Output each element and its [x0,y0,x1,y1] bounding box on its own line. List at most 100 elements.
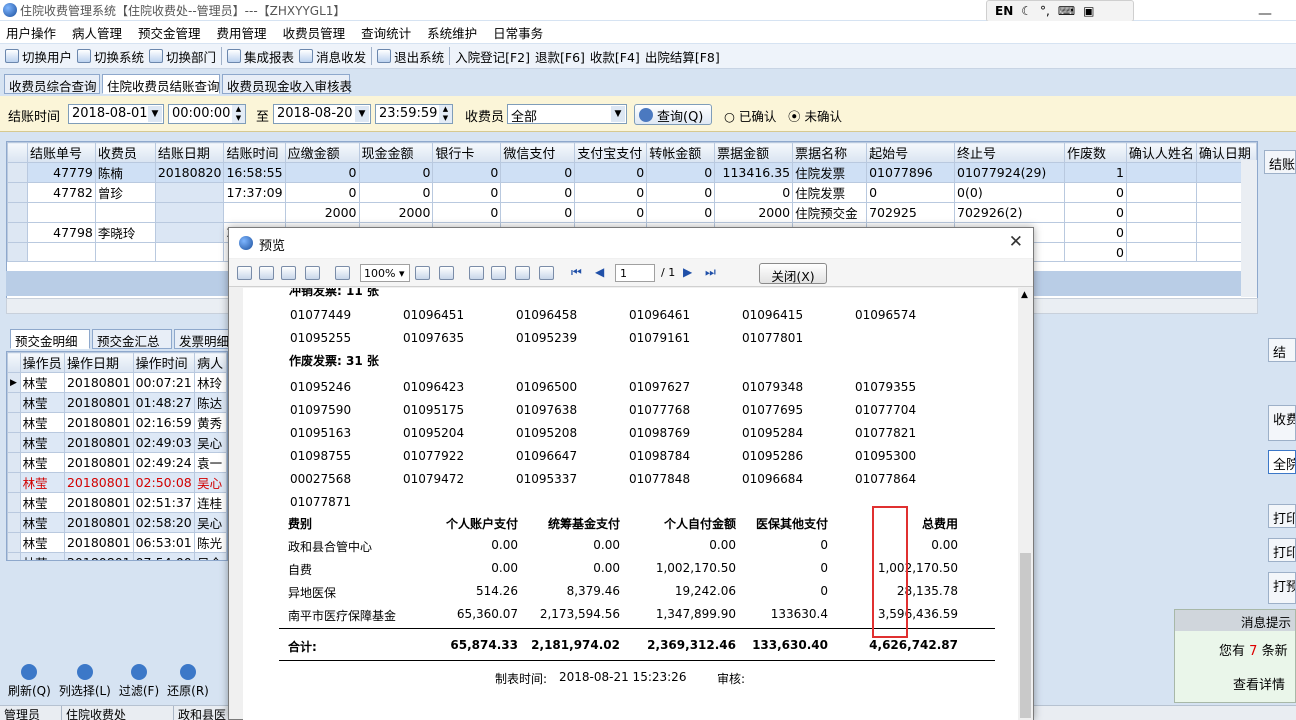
open-folder-icon[interactable] [259,266,274,280]
spinner-icon[interactable]: ▲ ▼ [439,105,452,123]
list-item[interactable]: 林莹 20180801 01:48:27 陈达 [7,392,227,413]
print-preview-button[interactable]: 打预 [1268,572,1296,604]
time-from-field[interactable]: 00:00:00 ▲ ▼ [168,104,246,124]
table-cell[interactable]: 0 [1063,242,1127,262]
table-cell[interactable]: 02:49:24 [132,452,196,473]
settle-button[interactable]: 结账 [1264,150,1296,174]
chevron-down-icon[interactable]: ▼ [611,106,625,122]
page-number-input[interactable]: 1 [615,264,655,282]
first-page-icon[interactable]: ⏮ [571,265,582,280]
page-setup-icon[interactable] [515,266,530,280]
scroll-thumb[interactable] [1020,553,1031,718]
menu-user-ops[interactable]: 用户操作 [6,23,56,42]
table-cell[interactable]: 0 [866,182,956,203]
list-item[interactable]: 林莹2018080107:54:00吴全 [7,552,227,560]
next-page-icon[interactable]: ▶ [683,265,692,279]
menu-prepay[interactable]: 预交金管理 [138,23,201,42]
table-cell[interactable]: 0 [432,162,502,183]
chevron-up-icon[interactable]: ▲ [1021,290,1028,300]
print-button-1[interactable]: 打印 [1268,504,1296,528]
restore-button[interactable]: 还原(R) [167,664,209,704]
table-cell[interactable]: 0 [574,182,648,203]
table-cell[interactable] [154,182,225,203]
ime-punct-icon[interactable]: °, [1040,4,1050,18]
table-cell[interactable]: 林莹 [19,552,65,560]
table-cell[interactable]: 0 [574,162,648,183]
row-indicator[interactable] [7,472,21,493]
ime-moon-icon[interactable]: ☾ [1021,4,1032,18]
column-header[interactable]: 操作时间 [132,352,196,373]
table-cell[interactable]: 陈达 [194,392,227,413]
row-indicator[interactable] [7,412,21,433]
row-indicator[interactable] [7,392,21,413]
zoom-out-icon[interactable] [415,266,430,280]
switch-system-button[interactable]: 切换系统 [77,47,144,66]
multi-page-icon[interactable] [491,266,506,280]
table-cell[interactable]: 林莹 [19,412,65,433]
binoculars-icon[interactable] [305,266,320,280]
column-header[interactable]: 转帐金额 [646,142,716,163]
table-cell[interactable]: 20180820 [154,162,225,183]
table-cell[interactable]: 林莹 [19,532,65,553]
table-cell[interactable]: 林莹 [19,492,65,513]
table-cell[interactable]: 0(0) [954,182,1065,203]
column-header[interactable]: 操作员 [19,352,65,373]
table-cell[interactable] [94,242,156,262]
table-cell[interactable] [26,202,96,223]
print-button-2[interactable]: 打印 [1268,538,1296,562]
table-row[interactable]: 47782 曾珍 17:37:09 0 0 0 0 0 0 0 住院发票 0 0(0) 0 [7,182,1257,203]
column-select-button[interactable]: 列选择(L) [59,664,111,704]
table-cell[interactable]: 07:54:00 [132,552,196,560]
print-icon[interactable] [237,266,252,280]
column-header[interactable]: 收费员 [94,142,156,163]
refresh-button[interactable]: 刷新(Q) [8,664,51,704]
column-header[interactable]: 支付宝支付 [574,142,648,163]
table-cell[interactable]: 113416.35 [714,162,794,183]
table-cell[interactable]: 曾珍 [94,182,156,203]
table-cell[interactable]: 黄秀 [194,412,227,433]
table-cell[interactable]: 林莹 [19,392,65,413]
table-cell[interactable]: 林玲 [194,372,227,393]
table-cell[interactable]: 02:49:03 [132,432,196,453]
column-header[interactable]: 终止号 [954,142,1065,163]
whole-hospital-button[interactable]: 全院 [1268,450,1296,474]
column-header[interactable]: 起始号 [866,142,956,163]
table-cell[interactable]: 17:37:09 [223,182,286,203]
table-cell[interactable]: 林莹 [19,432,65,453]
row-indicator[interactable] [7,222,28,243]
column-header[interactable]: 银行卡 [432,142,502,163]
table-cell[interactable]: 0 [432,202,502,223]
current-row-arrow-icon[interactable]: ▶ [7,372,21,393]
minimize-button[interactable]: — [1258,6,1272,22]
tab-prepay-summary[interactable]: 预交金汇总 [92,329,172,349]
table-cell[interactable]: 02:51:37 [132,492,196,513]
row-indicator[interactable] [7,162,28,183]
table-cell[interactable]: 0 [284,162,360,183]
table-cell[interactable]: 袁一 [194,452,227,473]
table-cell[interactable]: 0 [358,162,434,183]
list-item[interactable]: 林莹 20180801 02:51:37 连桂 [7,492,227,513]
table-row[interactable]: 2000 2000 0 0 0 0 2000 住院预交金 702925 702926(2) 0 [7,202,1257,223]
table-cell[interactable]: 20180801 [63,552,134,560]
row-indicator[interactable] [7,202,28,223]
chevron-down-icon[interactable]: ▼ [355,106,369,122]
table-cell[interactable]: 0 [646,182,716,203]
menu-query[interactable]: 查询统计 [361,23,411,42]
table-cell[interactable]: 2000 [714,202,794,223]
chevron-down-icon[interactable]: ▼ [148,106,162,122]
ime-keyboard-icon[interactable]: ⌨ [1058,4,1075,18]
table-cell[interactable]: 20180801 [63,452,134,473]
menu-cashier[interactable]: 收费员管理 [283,23,346,42]
table-cell[interactable]: 01:48:27 [132,392,196,413]
table-cell[interactable]: 0 [500,162,576,183]
table-cell[interactable] [94,202,156,223]
table-cell[interactable]: 吴全 [194,552,227,560]
zoom-select[interactable]: 100% ▾ [360,264,410,282]
column-header[interactable]: 确认人姓名 [1125,142,1197,163]
table-cell[interactable]: 702925 [866,202,956,223]
menu-system[interactable]: 系统维护 [427,23,477,42]
collect-button[interactable]: 收款[F4] [590,47,640,66]
column-header[interactable]: 结账时间 [223,142,286,163]
table-cell[interactable] [1125,242,1197,262]
menu-daily[interactable]: 日常事务 [493,23,543,42]
